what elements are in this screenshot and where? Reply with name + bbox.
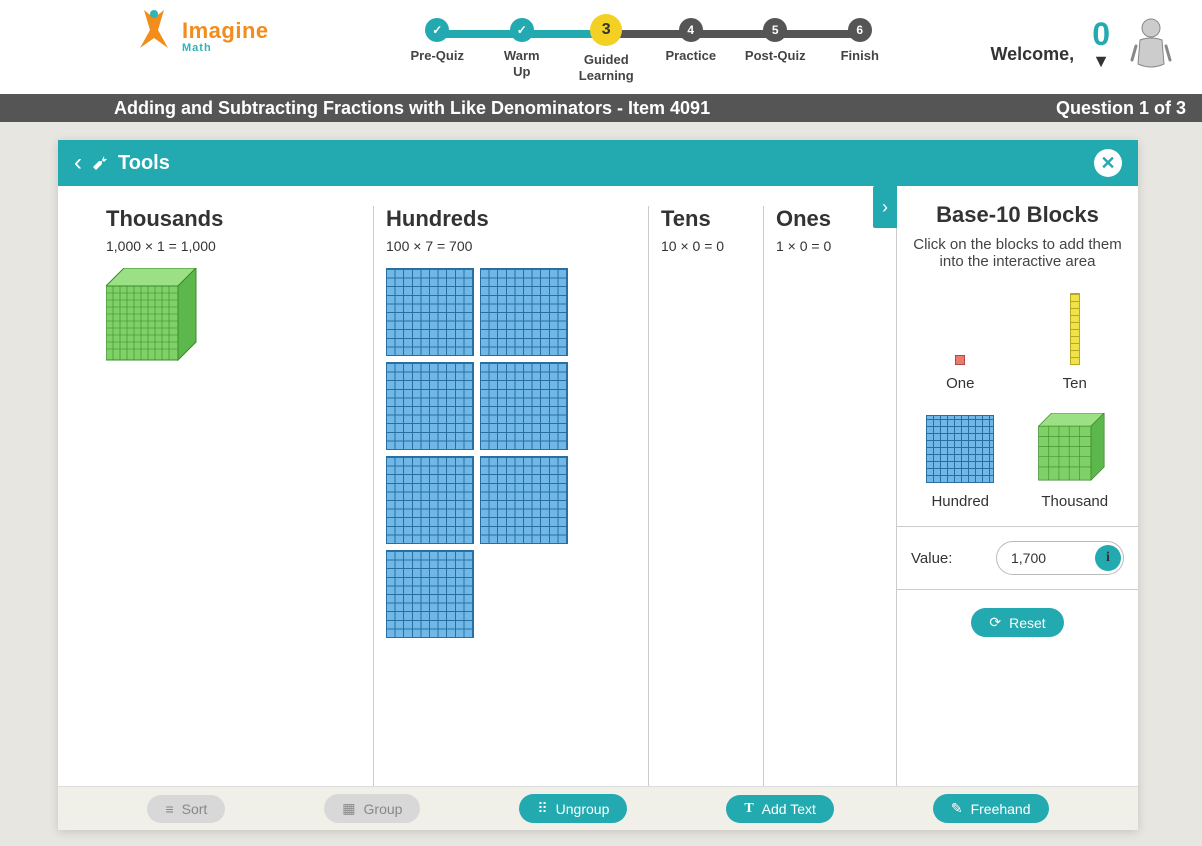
tools-header: ‹ Tools ✕	[58, 140, 1138, 186]
col-eq-ones: 1 × 0 = 0	[776, 238, 862, 254]
palette-one[interactable]: One	[946, 282, 974, 392]
add-text-button[interactable]: TAdd Text	[726, 795, 834, 823]
question-counter: Question 1 of 3	[1056, 98, 1186, 119]
step-warm-up[interactable]: ✓ WarmUp	[480, 18, 565, 83]
text-icon: T	[744, 801, 753, 817]
hundred-block[interactable]	[386, 550, 474, 638]
column-hundreds: Hundreds 100 × 7 = 700	[374, 206, 649, 830]
sort-button: ≡Sort	[147, 795, 225, 823]
palette-hundred[interactable]: Hundred	[926, 400, 994, 510]
step-circle: 5	[763, 18, 787, 42]
step-label: Practice	[665, 48, 716, 64]
progress-bar: ✓Pre-Quiz✓WarmUp3GuidedLearning4Practice…	[395, 18, 902, 78]
step-circle: 3	[590, 14, 622, 46]
value-row: Value: 1,700 i	[897, 526, 1138, 590]
column-thousands: Thousands 1,000 × 1 = 1,000	[94, 206, 374, 830]
step-label: Finish	[841, 48, 879, 64]
logo-icon	[130, 8, 178, 64]
sidebar-hint: Click on the blocks to add them into the…	[897, 236, 1138, 282]
hundred-block[interactable]	[386, 456, 474, 544]
col-title-ones: Ones	[776, 206, 862, 232]
sort-icon: ≡	[165, 801, 173, 817]
pencil-icon: ✎	[951, 800, 963, 817]
welcome-text: Welcome,	[990, 44, 1074, 65]
step-label: GuidedLearning	[579, 52, 634, 83]
col-title-tens: Tens	[661, 206, 751, 232]
logo: Imagine Math	[130, 8, 269, 64]
tools-title: Tools	[118, 152, 170, 175]
step-circle: 6	[848, 18, 872, 42]
step-post-quiz[interactable]: 5 Post-Quiz	[733, 18, 818, 83]
hundred-block[interactable]	[386, 268, 474, 356]
sidebar-toggle[interactable]: ›	[873, 186, 897, 228]
thousand-block[interactable]	[106, 268, 198, 360]
col-eq-thousands: 1,000 × 1 = 1,000	[106, 238, 361, 254]
lesson-title: Adding and Subtracting Fractions with Li…	[114, 98, 710, 119]
ungroup-icon: ⠿	[537, 800, 547, 817]
ten-block-icon	[1070, 293, 1080, 365]
step-label: Post-Quiz	[745, 48, 806, 64]
hundred-block-icon	[926, 415, 994, 483]
blocks-area: Thousands 1,000 × 1 = 1,000 Hundred	[58, 186, 896, 830]
step-finish[interactable]: 6 Finish	[818, 18, 903, 83]
col-title-thousands: Thousands	[106, 206, 361, 232]
palette-thousand[interactable]: Thousand	[1038, 400, 1112, 510]
value-number: 1,700	[1011, 550, 1046, 566]
col-eq-hundreds: 100 × 7 = 700	[386, 238, 636, 254]
step-label: Pre-Quiz	[411, 48, 464, 64]
value-label: Value:	[911, 550, 952, 567]
step-label: WarmUp	[504, 48, 540, 79]
step-circle: ✓	[425, 18, 449, 42]
back-icon[interactable]: ‹	[74, 149, 82, 177]
col-eq-tens: 10 × 0 = 0	[661, 238, 751, 254]
hundred-block[interactable]	[480, 268, 568, 356]
bottom-toolbar: ≡Sort ▦Group ⠿Ungroup TAdd Text ✎Freehan…	[58, 786, 1138, 830]
sidebar-panel: › Base-10 Blocks Click on the blocks to …	[896, 186, 1138, 830]
logo-sub: Math	[182, 42, 269, 54]
column-tens: Tens 10 × 0 = 0	[649, 206, 764, 830]
freehand-button[interactable]: ✎Freehand	[933, 794, 1049, 823]
palette-ten[interactable]: Ten	[1063, 282, 1087, 392]
hundred-block[interactable]	[480, 456, 568, 544]
hundred-block[interactable]	[386, 362, 474, 450]
step-circle: 4	[679, 18, 703, 42]
col-title-hundreds: Hundreds	[386, 206, 636, 232]
wrench-icon	[90, 153, 110, 173]
points-count: 0	[1092, 16, 1110, 53]
group-icon: ▦	[342, 800, 355, 817]
column-ones: Ones 1 × 0 = 0	[764, 206, 874, 830]
logo-brand: Imagine	[182, 18, 269, 44]
group-button: ▦Group	[324, 794, 420, 823]
app-header: Imagine Math ✓Pre-Quiz✓WarmUp3GuidedLear…	[0, 0, 1202, 94]
info-icon[interactable]: i	[1095, 545, 1121, 571]
sidebar-title: Base-10 Blocks	[897, 186, 1138, 236]
refresh-icon: ⟳	[989, 614, 1001, 631]
one-block-icon	[955, 355, 965, 365]
step-practice[interactable]: 4 Practice	[649, 18, 734, 83]
title-bar: Adding and Subtracting Fractions with Li…	[0, 94, 1202, 122]
value-display: 1,700 i	[996, 541, 1124, 575]
step-pre-quiz[interactable]: ✓ Pre-Quiz	[395, 18, 480, 83]
ungroup-button[interactable]: ⠿Ungroup	[519, 794, 627, 823]
reset-button[interactable]: ⟳ Reset	[971, 608, 1063, 637]
avatar[interactable]	[1128, 16, 1174, 72]
hundred-block[interactable]	[480, 362, 568, 450]
thousand-block-icon	[1038, 413, 1112, 483]
step-guided-learning[interactable]: 3GuidedLearning	[564, 18, 649, 83]
workspace: ‹ Tools ✕ Thousands 1,000 × 1 = 1,000	[58, 140, 1138, 830]
close-icon[interactable]: ✕	[1094, 149, 1122, 177]
step-circle: ✓	[510, 18, 534, 42]
user-menu-dropdown[interactable]: ▼	[1092, 51, 1110, 72]
